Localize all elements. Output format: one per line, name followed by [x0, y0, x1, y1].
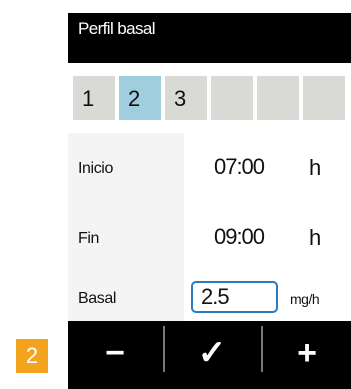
step-number-badge: 2 — [16, 339, 48, 373]
end-row: Fin 09:00 h — [68, 215, 351, 265]
profile-tabs: 1 2 3 — [68, 63, 351, 133]
start-row: Inicio 07:00 h — [68, 145, 351, 195]
start-unit: h — [309, 155, 322, 180]
tab-profile-3[interactable]: 3 — [165, 76, 207, 120]
basal-row: Basal 2.5 mg/h — [68, 275, 351, 325]
confirm-button[interactable]: ✓ — [165, 321, 259, 389]
start-time-value[interactable]: 07:00 — [202, 154, 276, 180]
end-label: Fin — [78, 230, 100, 247]
tab-profile-4[interactable] — [211, 76, 253, 120]
basal-label: Basal — [78, 290, 117, 307]
increase-button[interactable]: + — [263, 321, 351, 389]
tab-profile-6[interactable] — [303, 76, 345, 120]
settings-panel: Inicio 07:00 h Fin 09:00 h Basal 2.5 mg/… — [68, 133, 351, 321]
tab-profile-5[interactable] — [257, 76, 299, 120]
button-bar: − ✓ + — [68, 321, 351, 389]
tab-profile-1[interactable]: 1 — [73, 76, 115, 120]
start-label: Inicio — [78, 160, 113, 177]
pump-screen: Perfil basal 1 2 3 Inicio 07:00 h Fin 09… — [68, 13, 351, 389]
screen-title: Perfil basal — [78, 19, 156, 38]
tab-profile-2[interactable]: 2 — [119, 76, 161, 120]
decrease-button[interactable]: − — [68, 321, 162, 389]
end-unit: h — [309, 225, 322, 250]
end-time-value[interactable]: 09:00 — [202, 224, 276, 250]
basal-rate-input[interactable]: 2.5 — [191, 281, 278, 313]
basal-unit: mg/h — [290, 291, 320, 307]
